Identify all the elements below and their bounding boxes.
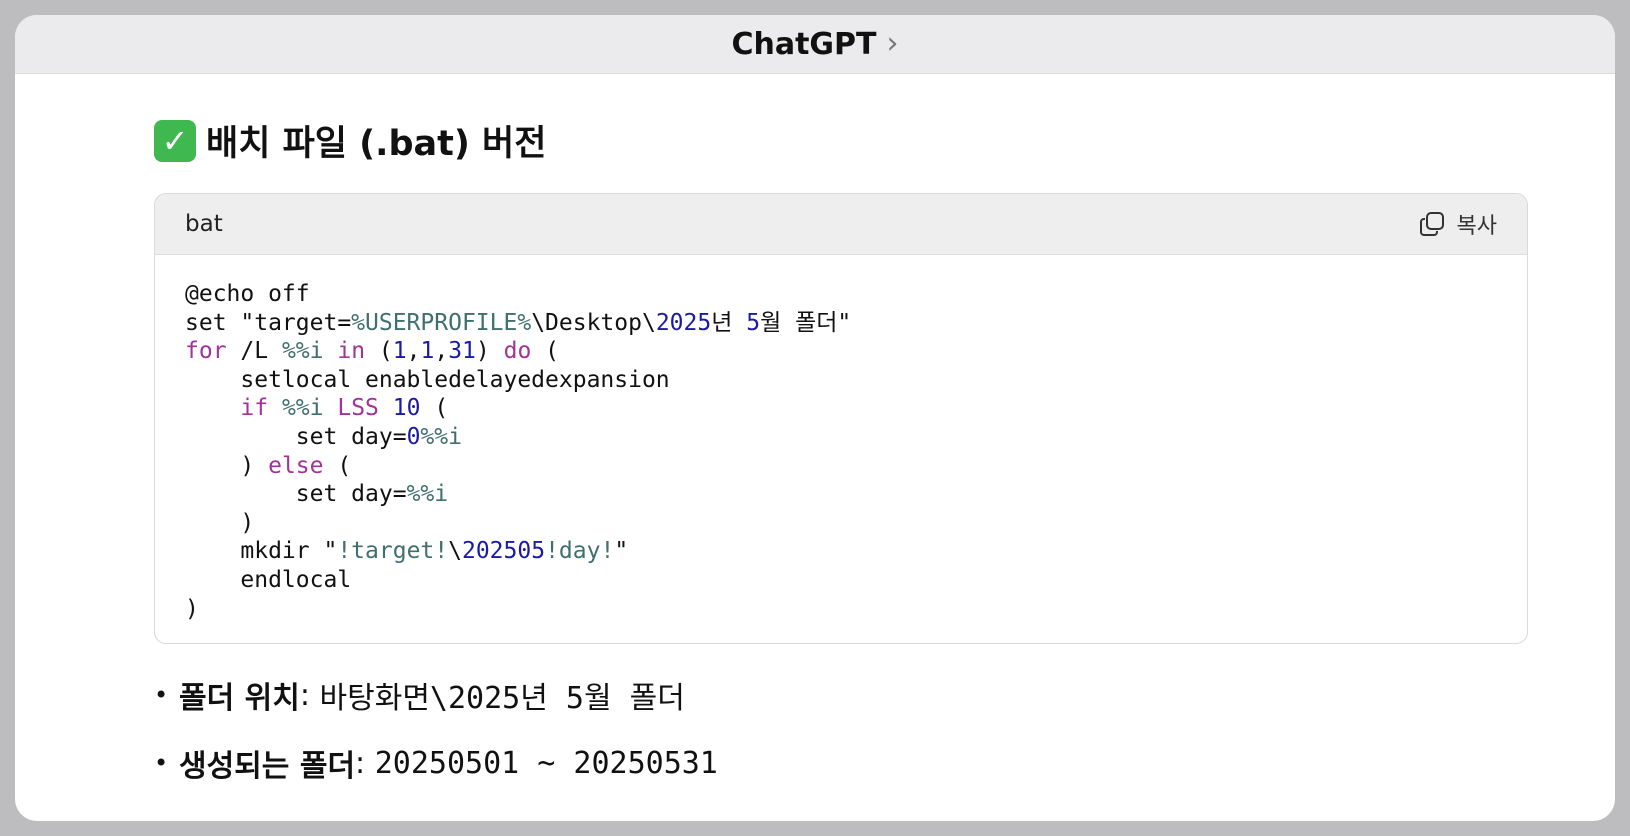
code-token: %%i — [281, 395, 324, 422]
code-token: in — [337, 338, 366, 365]
code-line: set day=0%%i — [185, 423, 1497, 452]
point-separator: : — [299, 677, 320, 713]
code-token: ) — [185, 452, 269, 479]
code-line: if %%i LSS 10 ( — [185, 394, 1497, 423]
code-block: bat 복사 @echo off set "target=%USERPROFILE… — [154, 193, 1528, 645]
code-token: !day! — [545, 538, 615, 565]
list-item: • 생성되는 폴더 : 20250501 ~ 20250531 — [154, 729, 1544, 797]
code-line: ) — [185, 595, 1497, 624]
code-token: LSS — [337, 395, 379, 422]
code-token: , — [434, 338, 449, 365]
code-token: @echo off — [185, 281, 310, 307]
section-heading: ✓ 배치 파일 (.bat) 버전 — [154, 115, 1544, 166]
code-token: 5 — [746, 309, 761, 336]
code-token: ( — [531, 338, 559, 365]
code-token: %USERPROFILE% — [351, 309, 532, 336]
heading-text: 배치 파일 (.bat) 버전 — [206, 124, 547, 164]
point-value: 20250501 ~ 20250531 — [374, 745, 718, 781]
code-token: endlocal — [185, 566, 352, 593]
code-header: bat 복사 — [155, 194, 1527, 255]
list-item: • 폴더 위치 : 바탕화면\2025년 5월 폴더 — [154, 661, 1544, 729]
point-value: 바탕화면\2025년 5월 폴더 — [319, 681, 685, 717]
code-token: ) — [185, 509, 255, 536]
code-token: setlocal enabledelayedexpansion — [185, 366, 670, 393]
code-line: ) else ( — [185, 452, 1497, 481]
point-separator: : — [355, 745, 375, 781]
code-token: 0 — [406, 423, 421, 450]
code-line: set "target=%USERPROFILE%\Desktop\2025년 … — [185, 309, 1497, 338]
code-token: %%i — [420, 423, 462, 450]
code-token: ( — [323, 452, 352, 479]
code-line: set day=%%i — [185, 480, 1497, 509]
point-label: 생성되는 폴더 — [179, 749, 356, 785]
code-token: set "target= — [185, 309, 352, 336]
code-token: 1 — [392, 338, 407, 365]
code-line: endlocal — [185, 566, 1497, 595]
code-line: ) — [185, 509, 1497, 538]
code-content[interactable]: @echo off set "target=%USERPROFILE%\Deskt… — [155, 255, 1527, 643]
code-token: , — [406, 338, 421, 365]
code-token: %%i — [281, 338, 324, 365]
code-line: mkdir "!target!\202505!day!" — [185, 537, 1497, 566]
point-label: 폴더 위치 — [179, 681, 300, 717]
code-token: \ — [448, 538, 462, 565]
code-token: 202505 — [461, 538, 546, 565]
code-token: 2025 — [655, 309, 712, 336]
code-token: %%i — [406, 481, 449, 508]
bullet-list: • 폴더 위치 : 바탕화면\2025년 5월 폴더 • 생성되는 폴더 : 2… — [154, 661, 1544, 797]
code-token: ) — [475, 338, 504, 365]
message-content: ✓ 배치 파일 (.bat) 버전 bat 복사 @echo off set "t… — [154, 115, 1544, 797]
code-line: for /L %%i in (1,1,31) do ( — [185, 337, 1497, 366]
code-token: !target! — [337, 538, 449, 565]
code-line: @echo off — [185, 280, 1497, 309]
copy-label: 복사 — [1456, 214, 1497, 239]
code-token: 월 폴더" — [760, 309, 852, 336]
code-token: set day= — [185, 423, 407, 450]
code-token: 10 — [392, 395, 421, 422]
code-token: else — [268, 452, 324, 479]
bullet-icon: • — [154, 681, 169, 710]
code-token: for — [185, 338, 227, 365]
chevron-right-icon: › — [886, 26, 899, 61]
code-token: if — [240, 395, 269, 422]
code-token: 31 — [448, 338, 476, 365]
code-language: bat — [185, 211, 223, 237]
code-token: set day= — [185, 481, 407, 508]
code-token: 1 — [420, 338, 435, 365]
code-token: mkdir " — [185, 538, 338, 565]
code-token: ( — [365, 338, 393, 365]
code-token: \Desktop\ — [531, 309, 656, 336]
code-token: /L — [226, 338, 282, 365]
code-token: 년 — [711, 309, 747, 336]
window-title: ChatGPT — [731, 26, 877, 62]
app-window: ChatGPT › ✓ 배치 파일 (.bat) 버전 bat 복사 @echo… — [15, 15, 1615, 821]
copy-button[interactable]: 복사 — [1419, 208, 1497, 240]
code-token: ) — [185, 595, 199, 622]
code-token: " — [614, 538, 629, 565]
title-bar: ChatGPT › — [15, 15, 1615, 74]
bullet-icon: • — [154, 749, 169, 778]
code-token: do — [503, 338, 532, 365]
model-selector[interactable]: ChatGPT › — [731, 27, 898, 62]
check-mark-icon: ✓ — [154, 119, 196, 162]
code-token: ( — [420, 395, 449, 422]
copy-icon — [1419, 212, 1444, 236]
code-line: setlocal enabledelayedexpansion — [185, 366, 1497, 395]
